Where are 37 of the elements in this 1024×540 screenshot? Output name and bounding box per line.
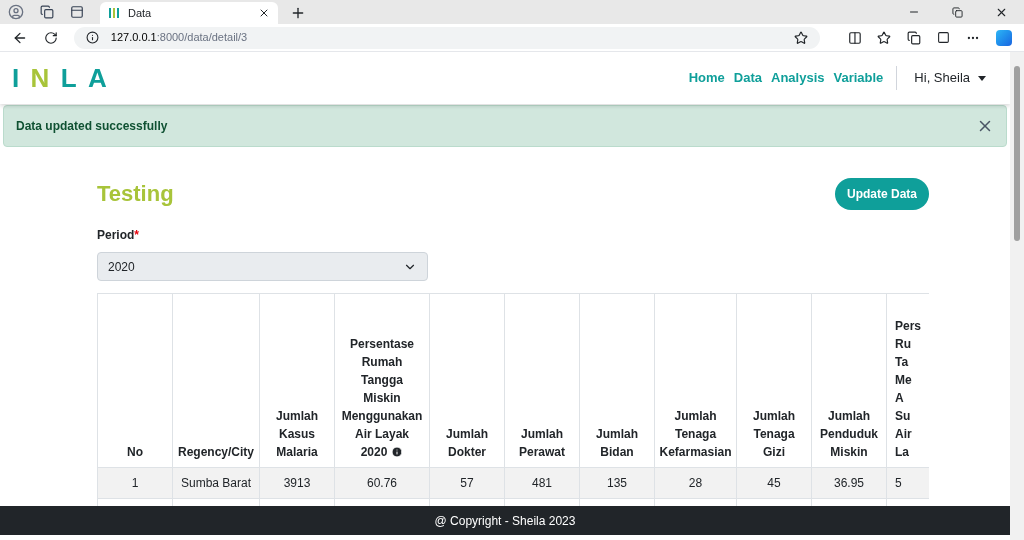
column-header: Jumlah Dokter: [429, 293, 505, 468]
period-select[interactable]: 2020: [97, 252, 428, 281]
nav-link[interactable]: Home: [684, 68, 729, 88]
url-text: 127.0.0.1:8000/data/detail/3: [110, 30, 249, 46]
nav-link[interactable]: Variable: [829, 68, 888, 88]
table-cell: 135: [579, 467, 655, 499]
address-bar[interactable]: 127.0.0.1:8000/data/detail/3: [73, 26, 820, 49]
update-data-button[interactable]: Update Data: [835, 177, 929, 210]
table-cell: 1: [97, 467, 173, 499]
column-header: Jumlah Perawat: [504, 293, 580, 468]
table-cell: 57: [429, 467, 505, 499]
browser-tab[interactable]: Data: [100, 2, 278, 24]
column-header: Pers Ru Ta Me A Su Air La: [886, 293, 929, 468]
page-title: Testing: [97, 180, 174, 208]
column-header: Regency/City: [172, 293, 260, 468]
column-header: Persentase Rumah Tangga Miskin Menggunakan Air Layak 2020: [334, 293, 430, 468]
logo[interactable]: I N L A: [12, 58, 107, 98]
alert-message: Data updated successfully: [16, 118, 169, 135]
nav-link[interactable]: Data: [729, 68, 766, 88]
table-cell: 3913: [259, 467, 335, 499]
table-cell: 481: [504, 467, 580, 499]
column-header: Jumlah Tenaga Kefarmasian: [654, 293, 737, 468]
tab-title: Data: [128, 5, 153, 21]
field-label: Period*: [97, 227, 140, 244]
table-cell: 60.76: [334, 467, 430, 499]
column-header: Jumlah Penduduk Miskin: [811, 293, 887, 468]
table-cell: 45: [736, 467, 812, 499]
table-cell: 36.95: [811, 467, 887, 499]
nav-link[interactable]: Analysis: [767, 68, 829, 88]
column-header: Jumlah Tenaga Gizi: [736, 293, 812, 468]
user-menu[interactable]: Hi, Sheila: [906, 68, 998, 88]
column-header: Jumlah Kasus Malaria: [259, 293, 335, 468]
copyright-text: @ Copyright - Sheila 2023: [434, 512, 576, 530]
table-cell: Sumba Barat: [172, 467, 260, 499]
column-header: No: [97, 293, 173, 468]
column-header: Jumlah Bidan: [579, 293, 655, 468]
table-cell: 28: [654, 467, 737, 499]
